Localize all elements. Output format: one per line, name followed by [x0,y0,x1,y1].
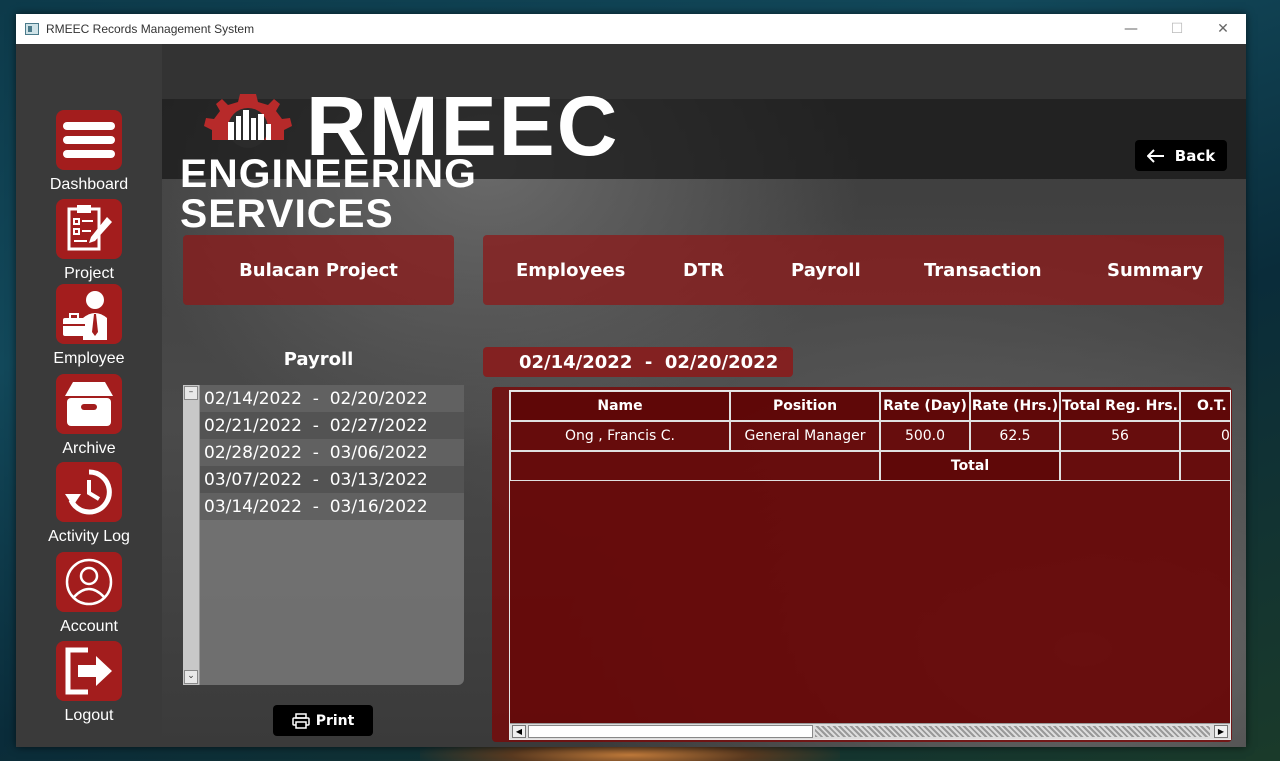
column-header[interactable]: Name [510,391,730,421]
close-button[interactable]: ✕ [1200,14,1246,44]
column-header[interactable]: Total Reg. Hrs. [1060,391,1180,421]
back-label: Back [1174,146,1216,165]
clipboard-edit-icon [56,199,122,259]
window-controls: — ☐ ✕ [1108,14,1246,44]
horizontal-scrollbar[interactable]: ◀ ▶ [510,723,1230,739]
scroll-thumb[interactable] [528,725,813,738]
table-cell[interactable]: 500.0 [880,421,970,451]
scroll-left-button[interactable]: ◀ [512,725,526,738]
print-button[interactable]: Print [273,705,373,736]
table-cell[interactable]: General Manager [730,421,880,451]
table-cell[interactable]: Ong , Francis C. [510,421,730,451]
sidebar-item-label: Project [64,265,114,282]
logo-subtitle: ENGINEERING SERVICES [180,152,477,236]
sidebar-item-label: Archive [62,440,116,457]
sidebar-item-label: Logout [64,707,114,724]
sidebar-item-label: Employee [53,350,125,367]
printer-icon [291,712,310,729]
sidebar-item-activity-log[interactable]: Activity Log [16,462,162,546]
list-item[interactable]: 03/14/2022 - 03/16/2022 [200,493,464,520]
list-scrollbar[interactable]: – ⌄ [183,385,200,685]
total-cell [1060,451,1180,481]
employee-icon [56,284,122,344]
sidebar-item-logout[interactable]: Logout [16,641,162,725]
payroll-table[interactable]: Name Position Rate (Day) Rate (Hrs.) Tot… [509,390,1231,740]
total-cell [1180,451,1230,481]
sidebar-item-archive[interactable]: Archive [16,374,162,458]
column-header[interactable]: Position [730,391,880,421]
payroll-period-list[interactable]: – ⌄ 02/14/2022 - 02/20/2022 02/21/2022 -… [183,385,464,685]
sidebar-item-employee[interactable]: Employee [16,284,162,368]
project-name: Bulacan Project [239,259,398,281]
logout-icon [56,641,122,701]
total-label: Total [880,451,1060,481]
project-name-box: Bulacan Project [183,235,454,305]
print-label: Print [315,712,355,729]
table-cell[interactable]: 56 [1060,421,1180,451]
scroll-right-button[interactable]: ▶ [1214,725,1228,738]
scroll-track[interactable] [815,726,1210,737]
list-item[interactable]: 02/28/2022 - 03/06/2022 [200,439,464,466]
archive-box-icon [56,374,122,434]
total-row-blank [510,451,880,481]
history-clock-icon [56,462,122,522]
sidebar-item-label: Activity Log [48,528,130,545]
app-window: RMEEC Records Management System — ☐ ✕ Da… [16,14,1246,747]
tab-dtr[interactable]: DTR [683,235,724,305]
main-content: RMEEC ENGINEERING SERVICES Back Bulacan … [162,44,1246,747]
scroll-down-button[interactable]: ⌄ [184,670,198,684]
app-icon [25,23,39,35]
payroll-table-panel: Name Position Rate (Day) Rate (Hrs.) Tot… [492,387,1232,742]
column-header[interactable]: Rate (Day) [880,391,970,421]
sidebar-item-account[interactable]: Account [16,552,162,636]
minimize-button[interactable]: — [1108,14,1154,44]
tab-transaction[interactable]: Transaction [924,235,1042,305]
back-button[interactable]: Back [1135,140,1227,171]
payroll-title: Payroll [283,349,354,370]
maximize-button[interactable]: ☐ [1154,14,1200,44]
company-logo: RMEEC ENGINEERING SERVICES [178,82,618,234]
list-item[interactable]: 02/21/2022 - 02/27/2022 [200,412,464,439]
selected-date-range: 02/14/2022 - 02/20/2022 [483,347,793,377]
sidebar-item-dashboard[interactable]: Dashboard [16,110,162,194]
tab-employees[interactable]: Employees [516,235,625,305]
title-bar: RMEEC Records Management System — ☐ ✕ [16,14,1246,44]
menu-icon [56,110,122,170]
sidebar-item-label: Dashboard [49,176,129,193]
arrow-left-icon [1146,148,1164,163]
user-circle-icon [56,552,122,612]
sidebar: Dashboard Project Employee Archive Activ… [16,44,162,747]
sidebar-item-project[interactable]: Project [16,199,162,283]
window-title: RMEEC Records Management System [46,22,255,36]
tab-payroll[interactable]: Payroll [791,235,861,305]
table-cell[interactable]: 0 [1180,421,1230,451]
column-header[interactable]: Rate (Hrs.) [970,391,1060,421]
tab-bar: Employees DTR Payroll Transaction Summar… [483,235,1224,305]
list-item[interactable]: 03/07/2022 - 03/13/2022 [200,466,464,493]
list-item[interactable]: 02/14/2022 - 02/20/2022 [200,385,464,412]
table-cell[interactable]: 62.5 [970,421,1060,451]
tab-summary[interactable]: Summary [1107,235,1203,305]
column-header[interactable]: O.T. H [1180,391,1230,421]
sidebar-item-label: Account [60,618,118,635]
scroll-up-button[interactable]: – [184,386,198,400]
